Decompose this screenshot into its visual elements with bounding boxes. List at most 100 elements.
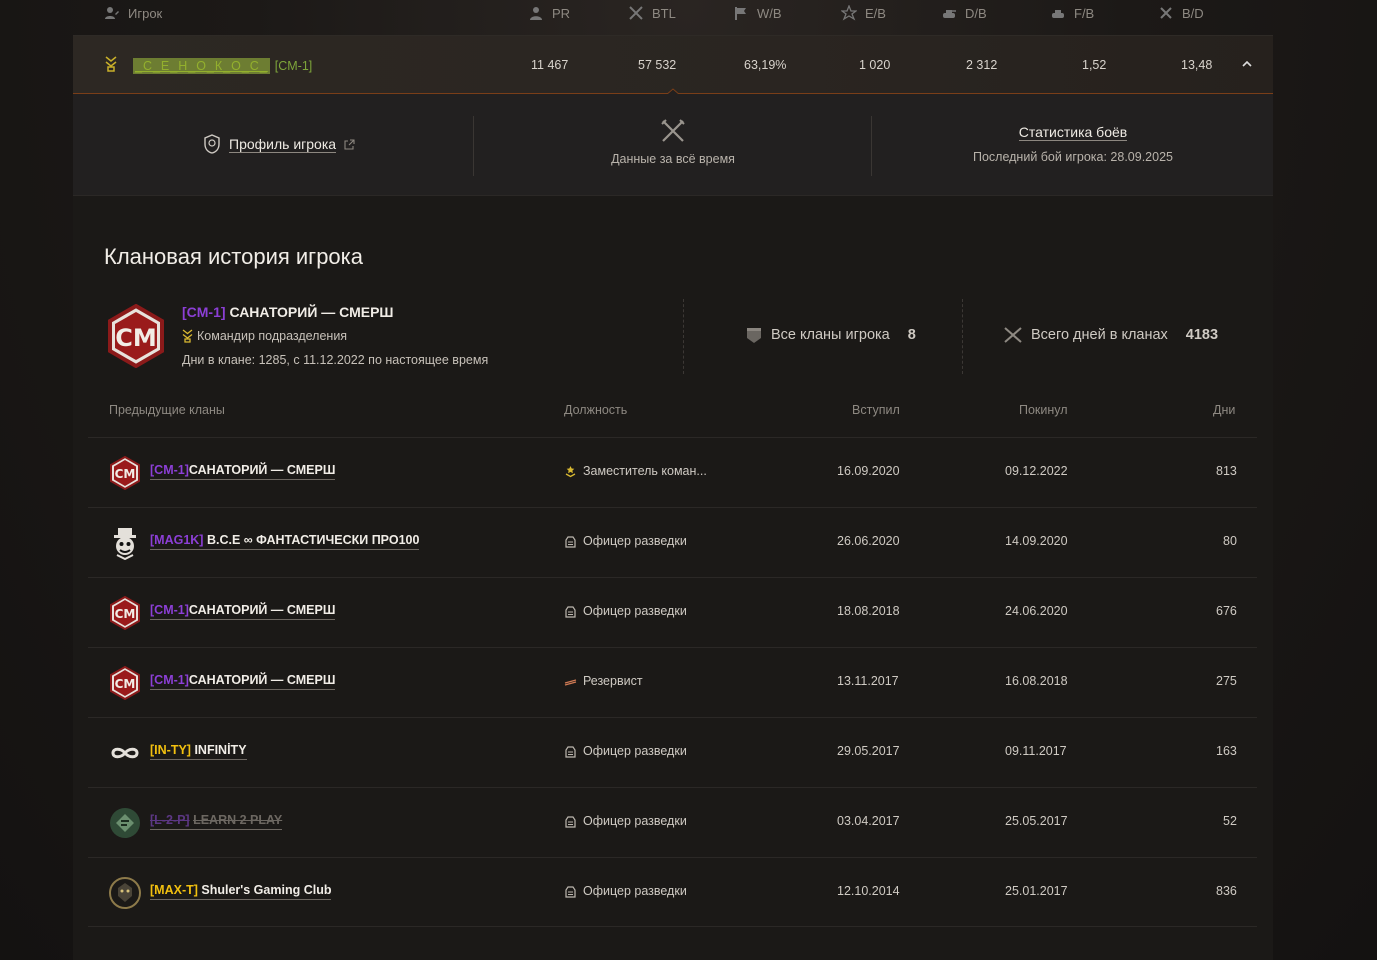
battle-stats-link[interactable]: Статистика боёв [1018, 124, 1128, 141]
clan-emblem-cm1[interactable]: CM [108, 456, 142, 490]
joined-cell: 03.04.2017 [837, 814, 900, 828]
player-btl: 57 532 [638, 58, 677, 72]
dashed-divider [683, 299, 684, 374]
player-fb: 1,52 [1082, 58, 1107, 72]
clan-link[interactable]: [MAG1K] B.C.E ∞ ФАНТАСТИЧЕСКИ ПРО100 [150, 533, 420, 550]
clan-link[interactable]: [MAX-T] Shuler's Gaming Club [150, 883, 332, 900]
profile-link-wrap[interactable]: Профиль игрока [203, 134, 355, 154]
left-cell: 16.08.2018 [1005, 674, 1068, 688]
joined-cell: 29.05.2017 [837, 744, 900, 758]
table-row: [IN-TY] INFINİTY Офицер разведки 29.05.2… [88, 717, 1257, 787]
clan-link[interactable]: [CM-1]САНАТОРИЙ — СМЕРШ [150, 673, 336, 690]
role-cell: Офицер разведки [564, 744, 687, 758]
clan-link[interactable]: [CM-1]САНАТОРИЙ — СМЕРШ [150, 463, 336, 480]
role-cell: Офицер разведки [564, 884, 687, 898]
deputy-rank-icon [565, 465, 576, 477]
role-cell: Заместитель коман... [564, 464, 707, 478]
clan-emblem-learn2play[interactable] [108, 806, 142, 840]
total-days-counter: Всего дней в кланах 4183 [1003, 326, 1218, 344]
left-cell: 14.09.2020 [1005, 534, 1068, 548]
role-cell: Офицер разведки [564, 814, 687, 828]
crossed-swords-icon [1004, 327, 1022, 343]
joined-cell: 16.09.2020 [837, 464, 900, 478]
left-cell: 09.11.2017 [1005, 744, 1067, 758]
player-pr: 11 467 [531, 58, 569, 72]
table-row: CM [CM-1]САНАТОРИЙ — СМЕРШ Офицер развед… [88, 577, 1257, 647]
header-fb[interactable]: F/B [1050, 5, 1094, 21]
role-cell: Офицер разведки [564, 604, 687, 618]
left-cell: 25.01.2017 [1005, 884, 1068, 898]
recon-officer-icon [565, 605, 576, 618]
player-db: 2 312 [966, 58, 998, 72]
recon-officer-icon [565, 885, 576, 898]
table-row: [MAG1K] B.C.E ∞ ФАНТАСТИЧЕСКИ ПРО100 Офи… [88, 507, 1257, 577]
alltime-block[interactable]: Данные за всё время [573, 118, 773, 168]
header-bd[interactable]: B/D [1158, 5, 1204, 21]
svg-text:CM: CM [115, 607, 136, 621]
col-header-left[interactable]: Покинул [1019, 403, 1068, 417]
player-icon [105, 7, 119, 19]
days-cell: 676 [1216, 604, 1237, 618]
player-row[interactable]: _С_Е_Н_О_К_О_С_ [CM-1] 11 467 57 532 63,… [73, 36, 1273, 95]
pr-icon [530, 7, 542, 20]
clan-emblem-cm1[interactable]: CM [108, 596, 142, 630]
days-cell: 52 [1223, 814, 1237, 828]
chevron-up-icon[interactable] [1241, 59, 1253, 69]
col-header-days[interactable]: Дни [1213, 403, 1235, 417]
last-battle: Последний бой игрока: 28.09.2025 [972, 150, 1173, 164]
left-cell: 09.12.2022 [1005, 464, 1068, 478]
player-wb: 63,19% [744, 58, 787, 72]
clan-link-disbanded[interactable]: [L-2-P] LEARN 2 PLAY [150, 813, 283, 830]
clan-emblem-infinity[interactable] [108, 736, 142, 770]
external-link-icon[interactable] [344, 138, 355, 150]
role-cell: Резервист [564, 674, 643, 688]
joined-cell: 12.10.2014 [837, 884, 900, 898]
table-row: [MAX-T] Shuler's Gaming Club Офицер разв… [88, 857, 1257, 927]
col-header-joined[interactable]: Вступил [852, 403, 900, 417]
all-clans-counter[interactable]: Все кланы игрока 8 [745, 326, 916, 344]
recon-officer-icon [565, 815, 576, 828]
frag-tank-icon [1052, 10, 1064, 18]
clan-emblem-mag1k[interactable] [108, 526, 142, 560]
days-cell: 813 [1216, 464, 1237, 478]
days-cell: 275 [1216, 674, 1237, 688]
svg-text:CM: CM [115, 324, 157, 352]
player-bd: 13,48 [1181, 58, 1213, 72]
reservist-icon [564, 678, 577, 686]
clan-emblem-max-t[interactable] [108, 876, 142, 910]
star-icon [841, 5, 857, 21]
profile-link[interactable]: Профиль игрока [229, 136, 337, 153]
header-wb[interactable]: W/B [733, 5, 782, 21]
section-title: Клановая история игрока [104, 244, 364, 269]
current-days: Дни в клане: 1285, с 11.12.2022 по насто… [182, 353, 489, 367]
header-pr[interactable]: PR [528, 5, 570, 21]
joined-cell: 13.11.2017 [837, 674, 899, 688]
alltime-label: Данные за всё время [611, 152, 735, 166]
recon-officer-icon [565, 535, 576, 548]
days-cell: 163 [1216, 744, 1237, 758]
player-nickname[interactable]: _С_Е_Н_О_К_О_С_ [CM-1] [133, 58, 312, 74]
svg-text:CM: CM [115, 677, 136, 691]
divider [473, 116, 474, 176]
swords-icon [629, 6, 643, 20]
left-cell: 25.05.2017 [1005, 814, 1068, 828]
header-db[interactable]: D/B [941, 5, 987, 21]
header-eb[interactable]: E/B [841, 5, 886, 21]
header-btl[interactable]: BTL [628, 5, 676, 21]
joined-cell: 18.08.2018 [837, 604, 900, 618]
joined-cell: 26.06.2020 [837, 534, 900, 548]
current-clan-name[interactable]: [CM-1] САНАТОРИЙ — СМЕРШ [182, 304, 394, 320]
clan-emblem-cm1[interactable]: CM [108, 666, 142, 700]
clan-link[interactable]: [IN-TY] INFINİTY [150, 743, 247, 760]
clan-link[interactable]: [CM-1]САНАТОРИЙ — СМЕРШ [150, 603, 336, 620]
clan-emblem-cm1-large[interactable]: CM [104, 304, 168, 368]
header-player[interactable]: Игрок [104, 5, 162, 21]
svg-text:CM: CM [115, 467, 136, 481]
clan-banner-icon [747, 328, 761, 343]
flag-icon [735, 7, 746, 20]
battle-stats-block: Статистика боёв Последний бой игрока: 28… [933, 124, 1213, 164]
rank-icon [105, 56, 117, 72]
dashed-divider [962, 299, 963, 374]
crossed-swords-icon [661, 119, 685, 142]
commander-rank-icon [182, 329, 193, 343]
